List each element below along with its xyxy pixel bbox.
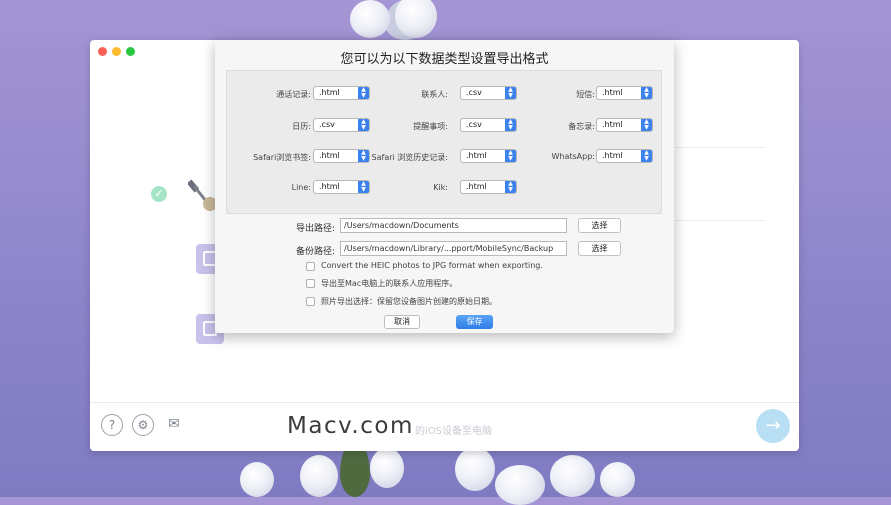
backup-path-label: 备份路径:: [295, 247, 335, 257]
format-select[interactable]: .csv ▲ ▼: [460, 86, 517, 100]
cancel-button[interactable]: 取消: [384, 315, 420, 329]
mail-icon[interactable]: ✉: [163, 414, 185, 436]
chevron-updown-icon: ▲ ▼: [505, 150, 516, 162]
chevron-updown-icon: ▲ ▼: [358, 119, 369, 131]
format-select[interactable]: .html ▲ ▼: [596, 86, 653, 100]
backup-path-field[interactable]: /Users/macdown/Library/...pport/MobileSy…: [340, 241, 567, 256]
format-label: 联系人:: [421, 90, 448, 99]
footer-divider: [90, 402, 799, 403]
window-close-button[interactable]: [98, 47, 107, 56]
format-select[interactable]: .html ▲ ▼: [313, 180, 370, 194]
format-select[interactable]: .html ▲ ▼: [313, 86, 370, 100]
check-icon: ✓: [151, 186, 167, 202]
chevron-updown-icon: ▲ ▼: [358, 87, 369, 99]
checkbox[interactable]: [306, 262, 315, 271]
backup-path-choose-button[interactable]: 选择: [578, 241, 621, 256]
footer-description: 的iOS设备至电脑: [415, 426, 492, 437]
export-path-field[interactable]: /Users/macdown/Documents: [340, 218, 567, 233]
format-grid: 通话记录: .html ▲ ▼ 联系人: .csv ▲ ▼ 短信: .html ▲ ▼ 日历…: [226, 70, 662, 214]
chevron-updown-icon: ▲ ▼: [505, 87, 516, 99]
chevron-updown-icon: ▲ ▼: [641, 87, 652, 99]
divider: [675, 147, 765, 148]
format-label: Line:: [291, 183, 311, 192]
format-label: Safari 浏览历史记录:: [371, 153, 448, 162]
format-label: WhatsApp:: [551, 152, 595, 161]
option-label: 照片导出选择：保留您设备图片创建的原始日期。: [321, 297, 497, 306]
format-select[interactable]: .html ▲ ▼: [596, 118, 653, 132]
format-select[interactable]: .csv ▲ ▼: [313, 118, 370, 132]
format-select[interactable]: .html ▲ ▼: [460, 180, 517, 194]
chevron-updown-icon: ▲ ▼: [641, 150, 652, 162]
help-icon[interactable]: ?: [101, 414, 123, 436]
watermark: Macv.com: [287, 413, 414, 439]
window-minimize-button[interactable]: [112, 47, 121, 56]
option-label: Convert the HEIC photos to JPG format wh…: [321, 261, 543, 270]
format-label: 日历:: [292, 122, 311, 131]
format-label: 短信:: [576, 90, 595, 99]
format-label: 提醒事项:: [413, 122, 448, 131]
option-label: 导出至Mac电脑上的联系人应用程序。: [321, 279, 458, 288]
format-label: Safari浏览书签:: [253, 153, 311, 162]
format-select[interactable]: .html ▲ ▼: [313, 149, 370, 163]
save-button[interactable]: 保存: [456, 315, 493, 329]
format-label: Kik:: [433, 183, 448, 192]
chevron-updown-icon: ▲ ▼: [641, 119, 652, 131]
satellite-icon: [188, 179, 217, 211]
dialog-title: 您可以为以下数据类型设置导出格式: [340, 52, 549, 67]
format-label: 通话记录:: [276, 90, 311, 99]
format-select[interactable]: .html ▲ ▼: [596, 149, 653, 163]
checkbox[interactable]: [306, 297, 315, 306]
divider: [675, 220, 765, 221]
format-label: 备忘录:: [568, 122, 595, 131]
export-settings-dialog: 您可以为以下数据类型设置导出格式 通话记录: .html ▲ ▼ 联系人: .csv…: [215, 40, 674, 333]
format-select[interactable]: .csv ▲ ▼: [460, 118, 517, 132]
settings-icon[interactable]: ⚙: [132, 414, 154, 436]
chevron-updown-icon: ▲ ▼: [505, 119, 516, 131]
format-select[interactable]: .html ▲ ▼: [460, 149, 517, 163]
chevron-updown-icon: ▲ ▼: [505, 181, 516, 193]
window-zoom-button[interactable]: [126, 47, 135, 56]
chevron-updown-icon: ▲ ▼: [358, 150, 369, 162]
export-path-label: 导出路径:: [295, 224, 335, 234]
next-button[interactable]: →: [756, 409, 790, 443]
checkbox[interactable]: [306, 279, 315, 288]
chevron-updown-icon: ▲ ▼: [358, 181, 369, 193]
export-path-choose-button[interactable]: 选择: [578, 218, 621, 233]
